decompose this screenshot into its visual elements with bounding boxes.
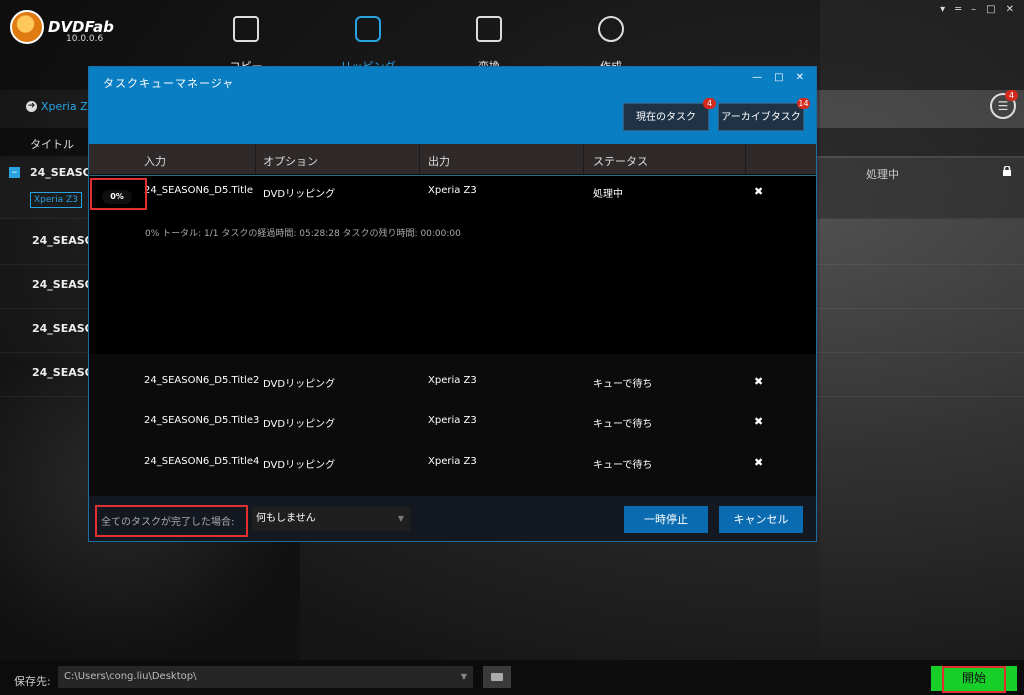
dialog-window-controls: — □ ✕ xyxy=(752,72,804,83)
dvdfab-logo-icon xyxy=(10,10,44,44)
when-done-select[interactable]: 何もしません ▼ xyxy=(252,507,410,531)
start-button[interactable]: 開始 xyxy=(931,666,1017,693)
dialog-header: タスクキューマネージャ — □ ✕ 現在のタスク 4 アーカイブタスク 14 xyxy=(89,67,816,144)
list-icon: ☰ xyxy=(997,99,1009,113)
column-divider xyxy=(255,144,256,174)
task-output: Xperia Z3 xyxy=(428,185,477,196)
queued-task-row[interactable]: 24_SEASON6_D5.Title2 DVDリッピング Xperia Z3 … xyxy=(89,372,816,392)
remove-task-icon[interactable]: ✖ xyxy=(754,185,763,198)
converter-icon xyxy=(476,16,502,42)
window-controls: ▾ ═ – □ ✕ xyxy=(940,4,1014,15)
task-option: DVDリッピング xyxy=(263,189,336,200)
task-input: 24_SEASON6_D5.Title3 xyxy=(144,415,260,426)
dialog-title: タスクキューマネージャ xyxy=(103,77,235,90)
task-output: Xperia Z3 xyxy=(428,456,477,467)
title-column-header: タイトル xyxy=(30,138,74,151)
column-divider xyxy=(745,144,746,174)
highlight-box xyxy=(942,666,1006,693)
task-input: 24_SEASON6_D5.Title4 xyxy=(144,456,260,467)
creator-icon xyxy=(598,16,624,42)
task-status: 処理中 xyxy=(593,189,623,200)
when-done-value: 何もしません xyxy=(256,513,316,524)
cancel-button-label: キャンセル xyxy=(733,513,789,526)
task-option: DVDリッピング xyxy=(263,379,336,390)
active-task-area: 0% 24_SEASON6_D5.Title DVDリッピング Xperia Z… xyxy=(89,175,816,355)
profile-selector[interactable]: ➜ Xperia Z3 xyxy=(26,100,95,113)
skin-icon[interactable]: ▾ xyxy=(940,4,945,15)
ripper-icon xyxy=(355,16,381,42)
app-version: 10.0.0.6 xyxy=(66,34,104,44)
task-input: 24_SEASON6_D5.Title xyxy=(144,185,253,196)
tab-archive-tasks-label: アーカイブタスク xyxy=(721,112,801,123)
column-status: ステータス xyxy=(593,155,648,168)
queued-task-row[interactable]: 24_SEASON6_D5.Title3 DVDリッピング Xperia Z3 … xyxy=(89,412,816,432)
save-path-field[interactable]: C:\Users\cong.liu\Desktop\ ▼ xyxy=(58,666,473,688)
task-queue-manager-dialog: タスクキューマネージャ — □ ✕ 現在のタスク 4 アーカイブタスク 14 入… xyxy=(88,66,817,542)
remove-task-icon[interactable]: ✖ xyxy=(754,415,763,428)
remove-task-icon[interactable]: ✖ xyxy=(754,456,763,469)
dialog-maximize-icon[interactable]: □ xyxy=(774,72,783,83)
active-task-row[interactable]: 0% 24_SEASON6_D5.Title DVDリッピング Xperia Z… xyxy=(89,182,816,204)
save-to-label: 保存先: xyxy=(14,675,51,688)
queued-task-area: 24_SEASON6_D5.Title2 DVDリッピング Xperia Z3 … xyxy=(89,354,816,495)
collapse-checkbox[interactable]: – xyxy=(9,166,20,178)
minimize-icon[interactable]: – xyxy=(971,4,976,15)
save-path-value: C:\Users\cong.liu\Desktop\ xyxy=(64,671,197,682)
dialog-close-icon[interactable]: ✕ xyxy=(796,72,804,83)
tab-archive-tasks[interactable]: アーカイブタスク xyxy=(718,103,804,131)
settings-menu-icon[interactable]: ═ xyxy=(955,4,961,15)
tab-current-tasks[interactable]: 現在のタスク xyxy=(623,103,709,131)
task-status: キューで待ち xyxy=(593,379,653,390)
task-output: Xperia Z3 xyxy=(428,415,477,426)
task-option: DVDリッピング xyxy=(263,460,336,471)
highlight-box xyxy=(95,505,248,537)
column-divider xyxy=(419,144,420,174)
chevron-down-icon[interactable]: ▼ xyxy=(461,666,467,688)
task-input: 24_SEASON6_D5.Title2 xyxy=(144,375,260,386)
title-status: 処理中 xyxy=(866,168,899,181)
folder-icon xyxy=(491,673,503,681)
maximize-icon[interactable]: □ xyxy=(986,4,995,15)
column-input: 入力 xyxy=(144,155,166,168)
highlight-box xyxy=(90,178,147,210)
column-option: オプション xyxy=(263,155,318,168)
task-option: DVDリッピング xyxy=(263,419,336,430)
column-output: 出力 xyxy=(428,155,450,168)
column-divider xyxy=(583,144,584,174)
task-output: Xperia Z3 xyxy=(428,375,477,386)
copy-icon xyxy=(233,16,259,42)
task-status: キューで待ち xyxy=(593,419,653,430)
task-progress-detail: 0% トータル: 1/1 タスクの経過時間: 05:28:28 タスクの残り時間… xyxy=(145,229,461,239)
profile-label: Xperia Z3 xyxy=(41,100,95,113)
lock-icon xyxy=(1003,166,1011,176)
bottom-bar: 保存先: C:\Users\cong.liu\Desktop\ ▼ 開始 xyxy=(0,660,1024,695)
queue-count-badge: 4 xyxy=(1005,90,1018,101)
current-tasks-badge: 4 xyxy=(703,98,716,109)
profile-badge[interactable]: Xperia Z3 xyxy=(30,192,82,208)
task-status: キューで待ち xyxy=(593,460,653,471)
browse-folder-button[interactable] xyxy=(483,666,511,688)
remove-task-icon[interactable]: ✖ xyxy=(754,375,763,388)
arrow-right-icon: ➜ xyxy=(26,101,37,112)
dialog-footer: 全てのタスクが完了した場合: 何もしません ▼ 一時停止 キャンセル xyxy=(89,496,816,541)
task-table-header: 入力 オプション 出力 ステータス xyxy=(89,144,816,174)
tab-current-tasks-label: 現在のタスク xyxy=(636,112,696,123)
queued-task-row[interactable]: 24_SEASON6_D5.Title4 DVDリッピング Xperia Z3 … xyxy=(89,453,816,473)
pause-button-label: 一時停止 xyxy=(644,513,688,526)
pause-button[interactable]: 一時停止 xyxy=(624,506,708,533)
chevron-down-icon: ▼ xyxy=(397,514,404,523)
dialog-minimize-icon[interactable]: — xyxy=(752,72,762,83)
cancel-button[interactable]: キャンセル xyxy=(719,506,803,533)
archive-tasks-badge: 14 xyxy=(797,98,810,109)
close-icon[interactable]: ✕ xyxy=(1006,4,1014,15)
